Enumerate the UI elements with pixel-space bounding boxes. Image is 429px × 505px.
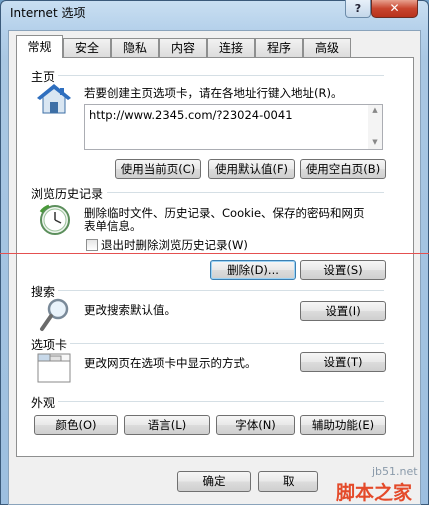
appearance-separator — [58, 401, 384, 402]
home-separator — [58, 75, 384, 76]
window-title: Internet 选项 — [10, 6, 86, 20]
delete-history-button[interactable]: 删除(D)... — [210, 260, 296, 280]
tabs-settings-button[interactable]: 设置(T) — [300, 352, 386, 372]
home-url-input[interactable]: http://www.2345.com/?23024-0041 — [84, 104, 383, 150]
home-description: 若要创建主页选项卡，请在各地址行键入地址(R)。 — [84, 86, 343, 100]
ok-button[interactable]: 确定 — [177, 471, 251, 492]
fonts-button[interactable]: 字体(N) — [216, 415, 295, 435]
use-current-button[interactable]: 使用当前页(C) — [115, 159, 201, 179]
search-settings-button[interactable]: 设置(I) — [300, 301, 386, 321]
home-house-icon — [36, 82, 72, 116]
tabs-separator — [70, 343, 384, 344]
use-default-button[interactable]: 使用默认值(F) — [208, 159, 295, 179]
history-description-line2: 表单信息。 — [84, 219, 142, 233]
tab-programs[interactable]: 程序 — [255, 38, 303, 57]
tab-content[interactable]: 内容 — [159, 38, 207, 57]
history-separator — [107, 192, 384, 193]
search-magnifier-icon — [38, 297, 72, 333]
search-description: 更改搜索默认值。 — [84, 303, 176, 317]
delete-on-exit-label[interactable]: 退出时删除浏览历史记录(W) — [101, 238, 248, 252]
tabs-window-icon — [37, 352, 71, 384]
search-separator — [58, 290, 384, 291]
tab-security[interactable]: 安全 — [63, 38, 111, 57]
history-settings-button[interactable]: 设置(S) — [300, 260, 386, 280]
delete-on-exit-checkbox[interactable] — [86, 239, 98, 251]
appearance-section-label: 外观 — [31, 396, 56, 410]
history-description-line1: 删除临时文件、历史记录、Cookie、保存的密码和网页 — [84, 206, 365, 220]
close-button[interactable]: ✕ — [371, 0, 418, 18]
cancel-button[interactable]: 取 — [258, 471, 318, 492]
use-blank-button[interactable]: 使用空白页(B) — [300, 159, 386, 179]
tab-privacy[interactable]: 隐私 — [111, 38, 159, 57]
watermark-site: jb51.net — [372, 465, 418, 478]
help-button[interactable]: ? — [345, 0, 371, 18]
tab-general[interactable]: 常规 — [16, 35, 63, 58]
tabs-section-label: 选项卡 — [31, 338, 68, 352]
history-section-label: 浏览历史记录 — [31, 187, 104, 201]
colors-button[interactable]: 颜色(O) — [34, 415, 118, 435]
history-clock-icon — [37, 203, 73, 237]
home-url-scrollbar[interactable]: ▲ ▼ — [368, 105, 382, 149]
accessibility-button[interactable]: 辅助功能(E) — [300, 415, 386, 435]
watermark-brand: 脚本之家 — [336, 482, 413, 504]
tabs-description: 更改网页在选项卡中显示的方式。 — [84, 356, 257, 370]
scroll-down-icon[interactable]: ▼ — [368, 138, 382, 146]
languages-button[interactable]: 语言(L) — [124, 415, 210, 435]
tab-connections[interactable]: 连接 — [207, 38, 255, 57]
tab-advanced[interactable]: 高级 — [303, 38, 351, 57]
scroll-up-icon[interactable]: ▲ — [368, 106, 382, 114]
red-guide-line — [0, 253, 429, 254]
